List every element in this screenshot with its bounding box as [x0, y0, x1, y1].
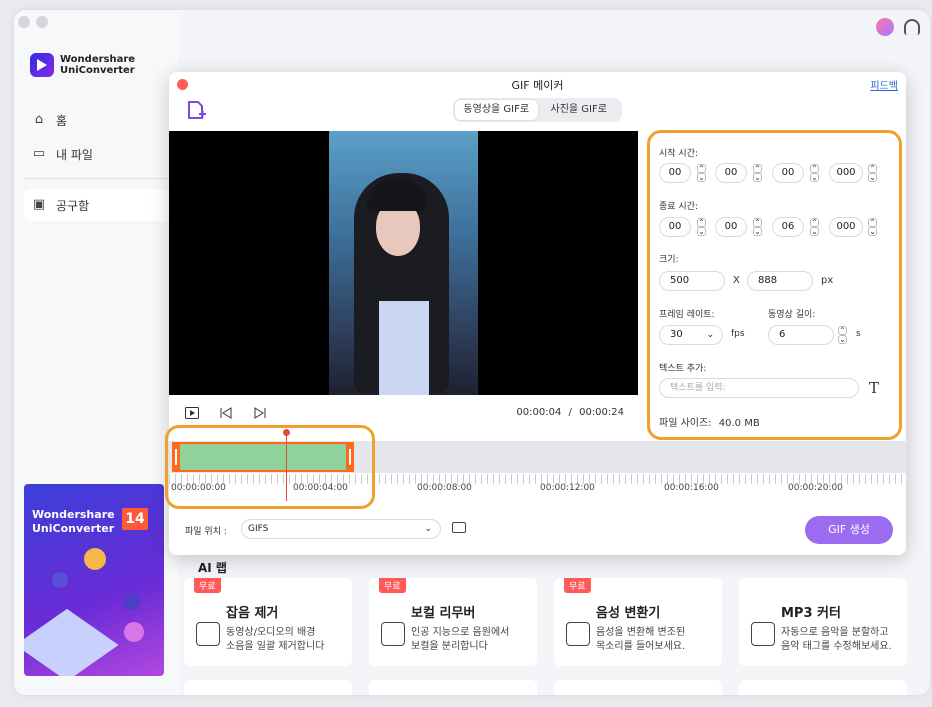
video-frame: [329, 131, 478, 395]
tick-label: 00:00:16:00: [664, 483, 719, 493]
home-icon: ⌂: [34, 112, 44, 127]
dialog-footer: 파일 위치 : GIFS ⌄ GIF 생성: [169, 505, 906, 555]
dialog-title: GIF 메이커: [511, 79, 564, 92]
timeline-highlight: [165, 425, 375, 509]
timecode: 00:00:04 / 00:00:24: [516, 407, 624, 418]
window-controls: [18, 16, 48, 28]
free-badge: 무료: [564, 578, 591, 593]
promo-title: Wondershare UniConverter: [32, 508, 115, 535]
video-preview[interactable]: [169, 131, 638, 395]
card-noise-removal[interactable]: 무료 잡음 제거 동영상/오디오의 배경 소음을 일괄 제거합니다: [184, 578, 352, 666]
card-placeholder[interactable]: [739, 680, 907, 695]
total-time: 00:00:24: [579, 407, 624, 418]
card-voice-changer[interactable]: 무료 음성 변환기 음성을 변환해 변조된 목소리를 들어보세요.: [554, 578, 722, 666]
chevron-down-icon: ⌄: [424, 524, 432, 534]
logo-text: Wondershare UniConverter: [60, 54, 136, 76]
current-time: 00:00:04: [516, 407, 562, 418]
headset-icon[interactable]: [904, 19, 920, 35]
time-separator: /: [568, 407, 572, 418]
file-location-value: GIFS: [248, 524, 269, 534]
mp3-icon: [751, 622, 775, 646]
tool-cards-row2: [184, 680, 907, 695]
previous-frame-icon[interactable]: [219, 407, 233, 419]
top-right-controls: [876, 18, 920, 36]
logo-icon: [30, 53, 54, 77]
card-placeholder[interactable]: [554, 680, 722, 695]
music-file-icon: [381, 622, 405, 646]
minimize-dot[interactable]: [36, 16, 48, 28]
tool-cards: 무료 잡음 제거 동영상/오디오의 배경 소음을 일괄 제거합니다 무료 보컬 …: [184, 578, 907, 666]
file-location-label: 파일 위치 :: [185, 527, 227, 537]
card-description: 동영상/오디오의 배경 소음을 일괄 제거합니다: [226, 627, 325, 652]
sidebar-item-my-files[interactable]: ▭ 내 파일: [24, 138, 174, 170]
play-icon: [124, 622, 144, 642]
section-title: AI 랩: [198, 561, 227, 575]
sidebar-item-label: 내 파일: [56, 147, 93, 162]
settings-highlight: [647, 130, 902, 440]
card-description: 자동으로 음악을 분할하고 음악 태그를 수정해보세요.: [781, 627, 892, 652]
toolbox-icon: ▣: [32, 197, 46, 212]
headphones-icon: [196, 622, 220, 646]
sidebar-nav: ⌂ 홈 ▭ 내 파일 ▣ 공구함: [24, 104, 174, 223]
promo-banner[interactable]: Wondershare UniConverter 14: [24, 484, 164, 676]
speaker-icon: [566, 622, 590, 646]
avatar[interactable]: [876, 18, 894, 36]
star-icon: [52, 572, 68, 588]
open-folder-icon[interactable]: [452, 522, 466, 533]
tab-video-to-gif[interactable]: 동영상을 GIF로: [455, 100, 538, 120]
card-description: 음성을 변환해 변조된 목소리를 들어보세요.: [596, 627, 686, 652]
card-mp3-cutter[interactable]: MP3 커터 자동으로 음악을 분할하고 음악 태그를 수정해보세요.: [739, 578, 907, 666]
tab-photo-to-gif[interactable]: 사진을 GIF로: [538, 100, 621, 120]
sidebar-item-label: 홈: [56, 113, 68, 128]
card-placeholder[interactable]: [184, 680, 352, 695]
card-title: MP3 커터: [781, 606, 841, 621]
next-frame-icon[interactable]: [253, 407, 267, 419]
card-vocal-remover[interactable]: 무료 보컬 리무버 인공 지능으로 음원에서 보컬을 분리합니다: [369, 578, 537, 666]
music-note-icon: [84, 548, 106, 570]
free-badge: 무료: [379, 578, 406, 593]
sidebar-item-toolbox[interactable]: ▣ 공구함: [24, 189, 174, 221]
card-title: 음성 변환기: [596, 606, 661, 621]
tick-label: 00:00:12:00: [540, 483, 595, 493]
promo-cube-graphic: [24, 608, 119, 676]
free-badge: 무료: [194, 578, 221, 593]
create-gif-button[interactable]: GIF 생성: [805, 516, 893, 544]
close-dot[interactable]: [18, 16, 30, 28]
card-description: 인공 지능으로 음원에서 보컬을 분리합니다: [411, 627, 510, 652]
app-logo: Wondershare UniConverter: [30, 53, 135, 77]
card-title: 보컬 리무버: [411, 606, 476, 621]
add-file-icon[interactable]: [185, 100, 207, 122]
video-icon: [124, 594, 140, 610]
play-icon[interactable]: [185, 407, 199, 419]
mode-tabs: 동영상을 GIF로 사진을 GIF로: [453, 98, 622, 122]
sidebar-item-home[interactable]: ⌂ 홈: [24, 104, 174, 136]
feedback-link[interactable]: 피드백: [870, 77, 898, 92]
folder-icon: ▭: [32, 146, 46, 161]
frame-shirt: [379, 301, 429, 395]
tick-label: 00:00:08:00: [417, 483, 472, 493]
sidebar-divider: [24, 178, 174, 179]
sidebar-item-label: 공구함: [56, 198, 90, 213]
tick-label: 00:00:20:00: [788, 483, 843, 493]
promo-version-badge: 14: [122, 508, 148, 530]
file-location-select[interactable]: GIFS ⌄: [241, 519, 441, 539]
card-placeholder[interactable]: [369, 680, 537, 695]
sidebar: Wondershare UniConverter ⌂ 홈 ▭ 내 파일 ▣ 공구…: [14, 10, 178, 695]
card-title: 잡음 제거: [226, 606, 279, 621]
